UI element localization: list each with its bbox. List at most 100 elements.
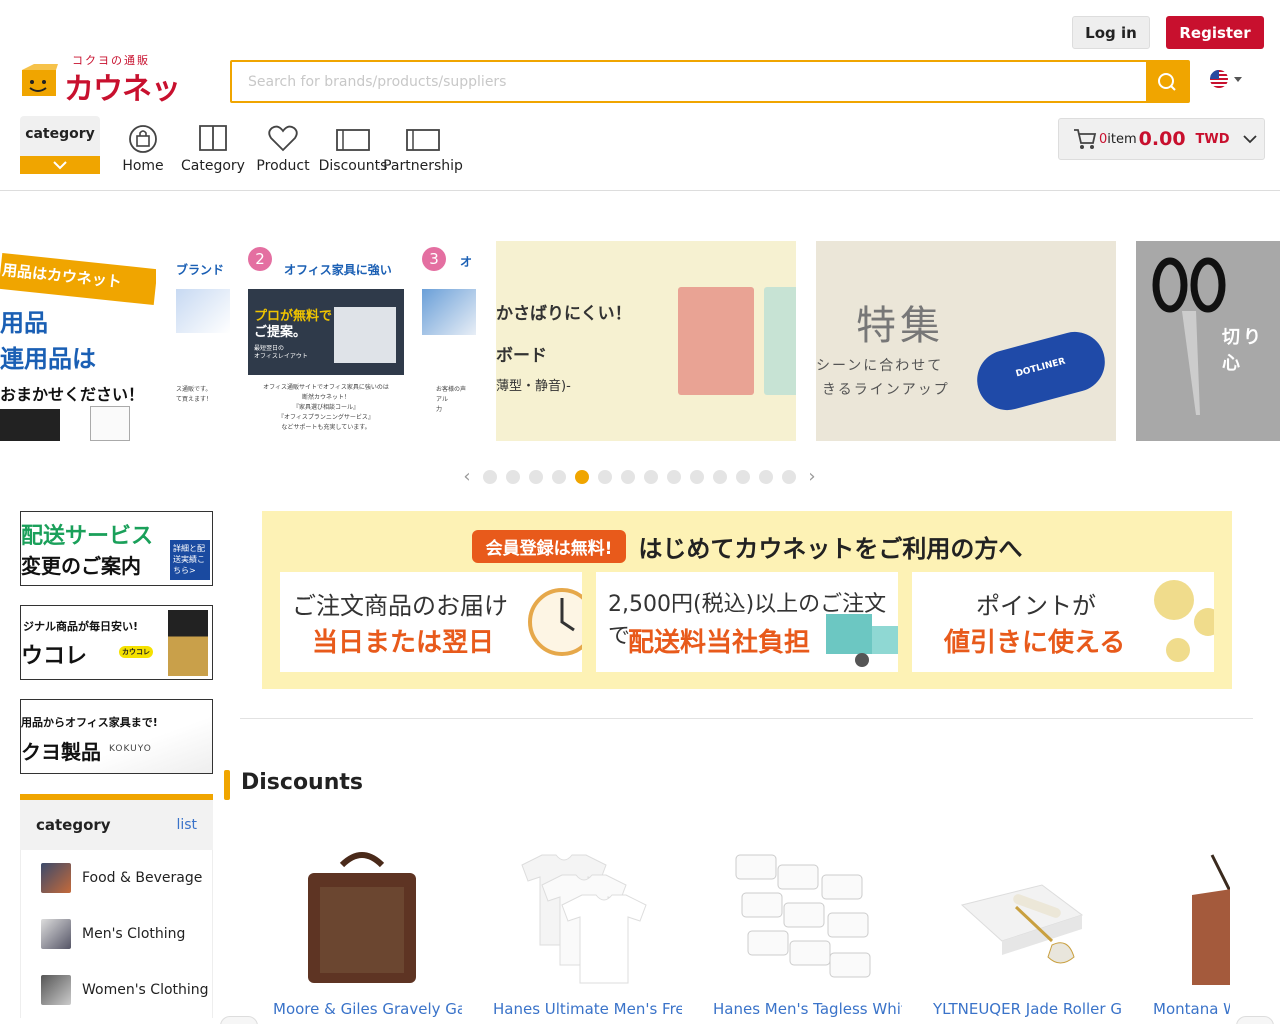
slide-text: 力 bbox=[436, 406, 443, 413]
banner-text: クヨ製品 bbox=[21, 740, 101, 764]
slide-text: 断然カウネット！ bbox=[301, 394, 350, 401]
book-icon bbox=[199, 125, 227, 151]
nav-product[interactable]: Product bbox=[248, 122, 318, 174]
register-button[interactable]: Register bbox=[1166, 16, 1264, 49]
search-bar bbox=[230, 60, 1190, 103]
slide-image bbox=[176, 289, 230, 333]
banner-image bbox=[168, 610, 208, 676]
product-image bbox=[1142, 840, 1230, 990]
nav-discounts[interactable]: Discounts bbox=[318, 122, 388, 174]
main-nav: Home Category Product Discounts Partners… bbox=[108, 122, 463, 174]
carousel-dot[interactable] bbox=[506, 469, 520, 484]
cart-count: 0item bbox=[1099, 132, 1137, 147]
search-button[interactable] bbox=[1146, 62, 1188, 101]
slide-text: て買えます！ bbox=[176, 396, 213, 403]
product-title: Hanes Ultimate Men's Fresh IQ Slim Fit C… bbox=[493, 1000, 682, 1018]
product-image bbox=[482, 840, 682, 990]
search-input[interactable] bbox=[232, 62, 1146, 101]
site-logo[interactable]: コクヨの通販 カウネット bbox=[20, 52, 202, 151]
cart-summary[interactable]: 0item 0.00 TWD bbox=[1058, 118, 1265, 160]
nav-partnership-label: Partnership bbox=[383, 158, 463, 174]
logo-box-icon bbox=[22, 64, 58, 96]
category-menu-label: category bbox=[25, 126, 95, 142]
carousel-dot[interactable] bbox=[713, 469, 727, 484]
carousel-next-icon[interactable]: › bbox=[805, 466, 819, 487]
carousel-slide[interactable]: ブランド 2 オフィス家具に強い 3 オ プロが無料で ご提案。 最短翌日の オ… bbox=[176, 241, 476, 441]
product-title: Montana West Purse and Handbag bbox=[1153, 1000, 1230, 1018]
carousel-dot[interactable] bbox=[598, 469, 612, 484]
product-card[interactable]: Moore & Giles Gravely Garment Bag Ventil… bbox=[262, 840, 462, 1024]
slide-text: ボード bbox=[496, 346, 547, 366]
new-customer-promo[interactable]: 会員登録は無料! はじめてカウネットをご利用の方へ ご注文商品のお届け 当日また… bbox=[262, 511, 1232, 689]
discounts-title: Discounts bbox=[241, 770, 363, 795]
carousel-dot[interactable] bbox=[483, 469, 497, 484]
product-card[interactable]: YLTNEUQER Jade Roller Gua Sha Set - Faci… bbox=[922, 840, 1122, 1024]
promo-card-delivery: ご注文商品のお届け 当日または翌日 bbox=[280, 572, 582, 672]
handbag-image bbox=[1192, 854, 1230, 985]
category-panel-header: category list bbox=[20, 800, 213, 850]
side-banner-kaucolle[interactable]: ジナル商品が毎日安い! ウコレ カウコレ bbox=[20, 605, 213, 680]
side-banner-kokuyo[interactable]: 用品からオフィス家具まで! クヨ製品 KOKUYO bbox=[20, 699, 213, 774]
slide-text: 連用品は bbox=[0, 345, 96, 373]
products-scroll-right-button[interactable] bbox=[1236, 1016, 1274, 1024]
carousel-dot[interactable] bbox=[552, 469, 566, 484]
slide-text: オフィス家具に強い bbox=[284, 263, 392, 277]
category-item-womens[interactable]: Women's Clothing bbox=[20, 962, 213, 1018]
carousel-dot[interactable] bbox=[575, 469, 589, 484]
slide-text: ブランド bbox=[176, 263, 225, 277]
category-thumbnail bbox=[41, 919, 71, 949]
nav-category-label: Category bbox=[181, 158, 245, 174]
language-selector[interactable] bbox=[1210, 70, 1242, 88]
banner-text: ジナル商品が毎日安い! bbox=[23, 620, 139, 633]
banner-text: ウコレ bbox=[21, 644, 88, 669]
nav-home[interactable]: Home bbox=[108, 122, 178, 174]
slide-caption: オフィス通販サイトでオフィス家具に強いのは 断然カウネット！ 『家具選び相談コー… bbox=[248, 383, 404, 433]
carousel-dot[interactable] bbox=[529, 469, 543, 484]
slide-text: DOTLINER bbox=[1014, 356, 1067, 380]
slide-text: 特集 bbox=[856, 303, 944, 349]
carousel-dot[interactable] bbox=[782, 469, 796, 484]
side-banner-delivery[interactable]: 配送サービス 変更のご案内 詳細と配送実績こちら> bbox=[20, 511, 213, 586]
carousel-dot[interactable] bbox=[759, 469, 773, 484]
slide-text: 薄型・静音)- bbox=[496, 379, 571, 394]
carousel-slide[interactable]: 切り心 bbox=[1136, 241, 1280, 441]
product-card[interactable]: Montana West Purse and Handbag bbox=[1142, 840, 1230, 1024]
login-button[interactable]: Log in bbox=[1072, 16, 1150, 49]
carousel-dot[interactable] bbox=[644, 469, 658, 484]
category-item-label: Food & Beverage bbox=[82, 870, 203, 886]
nav-discounts-label: Discounts bbox=[318, 158, 388, 174]
promo-badge: 会員登録は無料! bbox=[471, 530, 627, 563]
carousel-dot[interactable] bbox=[690, 469, 704, 484]
category-item-food[interactable]: Food & Beverage bbox=[20, 850, 213, 906]
product-card[interactable]: Hanes Men's Tagless White Briefs with Co… bbox=[702, 840, 902, 1024]
carousel-dot[interactable] bbox=[736, 469, 750, 484]
truck-icon bbox=[826, 614, 898, 667]
banner-logo: KOKUYO bbox=[109, 744, 152, 754]
category-panel-title: category bbox=[36, 816, 111, 834]
carousel-dot[interactable] bbox=[667, 469, 681, 484]
category-item-mens[interactable]: Men's Clothing bbox=[20, 906, 213, 962]
product-card[interactable]: Hanes Ultimate Men's Fresh IQ Slim Fit C… bbox=[482, 840, 682, 1024]
slide-text: シーンに合わせて bbox=[816, 358, 944, 374]
promo-title: はじめてカウネットをご利用の方へ bbox=[638, 535, 1023, 563]
carousel-dot[interactable] bbox=[621, 469, 635, 484]
category-menu-toggle bbox=[20, 156, 100, 174]
nav-partnership[interactable]: Partnership bbox=[383, 122, 463, 174]
category-menu-button[interactable]: category bbox=[20, 116, 100, 174]
carousel-prev-icon[interactable]: ‹ bbox=[460, 466, 474, 487]
product-image bbox=[262, 840, 462, 990]
category-item-label: Men's Clothing bbox=[82, 926, 186, 942]
carousel-slide[interactable]: 用品はカウネット 用品 連用品は おまかせください！ bbox=[0, 241, 156, 441]
carousel-slide[interactable]: 特集 シーンに合わせて きるラインアップ DOTLINER bbox=[816, 241, 1116, 441]
category-thumbnail bbox=[41, 863, 71, 893]
nav-category[interactable]: Category bbox=[178, 122, 248, 174]
promo-card-highlight: 値引きに使える bbox=[944, 628, 1126, 658]
banner-tag: 詳細と配送実績こちら> bbox=[170, 540, 210, 580]
carousel-slide[interactable]: かさばりにくい！ ボード 薄型・静音)- bbox=[496, 241, 796, 441]
products-scroll-left-button[interactable] bbox=[220, 1016, 258, 1024]
us-flag-icon bbox=[1210, 70, 1228, 88]
category-list-link[interactable]: list bbox=[176, 817, 197, 833]
chevron-down-icon bbox=[1234, 76, 1242, 82]
slide-text: オフィスレイアウト bbox=[254, 353, 308, 360]
discount-products: Moore & Giles Gravely Garment Bag Ventil… bbox=[262, 840, 1230, 1024]
